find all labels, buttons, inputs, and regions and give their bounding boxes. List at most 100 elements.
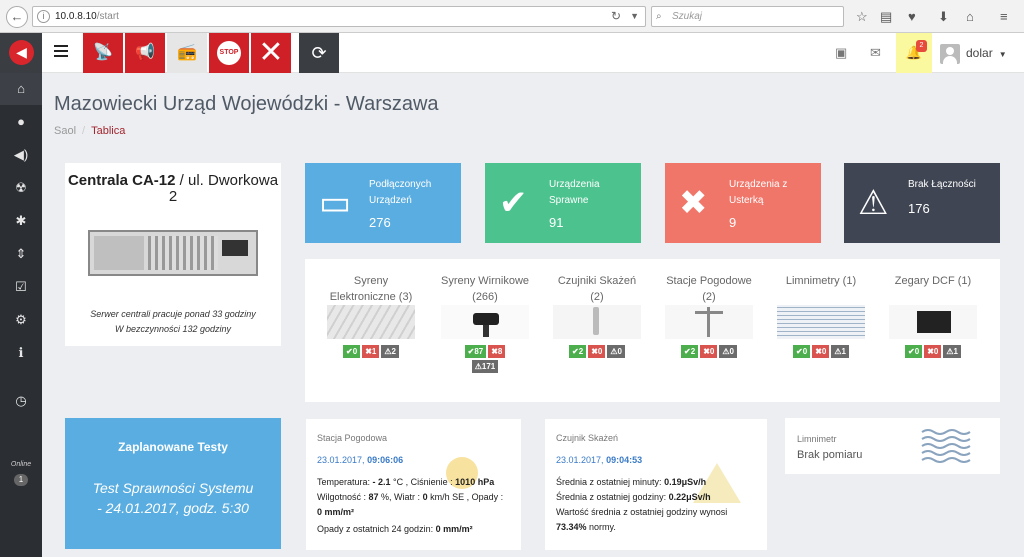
announcement-button[interactable]: 📢	[125, 33, 165, 73]
hamburger-menu-icon[interactable]	[54, 45, 68, 59]
radiation-sensor-card: Czujnik Skażeń 23.01.2017, 09:04:53 Śred…	[545, 419, 767, 550]
radio-button[interactable]: 📻	[167, 33, 207, 73]
browser-search-input[interactable]: ⌕ Szukaj	[651, 6, 844, 27]
sidebar-item-map[interactable]: ●	[0, 106, 42, 138]
antenna-alarm-icon: 📡	[93, 44, 113, 61]
device-type-radiation-sensors[interactable]: Czujniki Skażeń (2) ✔2 ✖0 ⚠0	[551, 273, 643, 360]
stat-label: Brak Łączności	[908, 179, 976, 190]
electronic-siren-image	[327, 305, 415, 339]
bookmark-star-icon[interactable]: ☆	[856, 9, 868, 25]
device-type-name: Stacje Pogodowe (2)	[666, 275, 752, 303]
refresh-button[interactable]: ⟳	[299, 33, 339, 73]
info-icon[interactable]: i	[37, 10, 50, 23]
sidebar-item-tasks[interactable]: ☑	[0, 271, 42, 303]
water-waves-icon	[921, 429, 971, 463]
radiation-title: Czujnik Skażeń	[556, 433, 619, 443]
asterisk-icon: ✱	[15, 213, 27, 228]
download-icon[interactable]: ⬇	[938, 9, 949, 25]
avatar	[940, 43, 960, 64]
siren-logo-icon: ◀	[9, 40, 34, 65]
stop-button[interactable]: STOP	[209, 33, 249, 73]
stat-value: 176	[908, 201, 930, 216]
weather-station-image	[665, 305, 753, 339]
device-type-rotor-sirens[interactable]: Syreny Wirnikowe (266) ✔87 ✖8 ⚠171	[439, 273, 531, 375]
device-type-weather-stations[interactable]: Stacje Pogodowe (2) ✔2 ✖0 ⚠0	[663, 273, 755, 360]
address-bar[interactable]: i 10.0.8.10/start ▼ ↻	[32, 6, 646, 27]
error-count-badge: ✖0	[588, 345, 606, 358]
envelope-icon[interactable]: ✉	[870, 45, 881, 61]
back-icon[interactable]: ←	[6, 6, 28, 28]
sidebar-item-clock[interactable]: ◷	[0, 385, 42, 417]
home-icon[interactable]: ⌂	[966, 9, 974, 24]
sidebar-item-radiation[interactable]: ☢	[0, 172, 42, 204]
sidebar-item-weather[interactable]: ✱	[0, 205, 42, 237]
weather-station-card: Stacja Pogodowa 23.01.2017, 09:06:06 Tem…	[306, 419, 521, 550]
device-type-limnimeters[interactable]: Limnimetry (1) ✔0 ✖0 ⚠1	[775, 273, 867, 360]
limnimeter-image	[777, 305, 865, 339]
planned-tests-card[interactable]: Zaplanowane Testy Test Sprawności System…	[65, 418, 281, 549]
stat-working-devices[interactable]: ✔ Urządzenia Sprawne 91	[485, 163, 641, 243]
search-placeholder: Szukaj	[672, 11, 703, 22]
cancel-alarm-button[interactable]: ✕	[251, 33, 291, 73]
online-count-badge: 1	[14, 474, 28, 486]
reload-icon[interactable]: ↻	[611, 7, 621, 26]
volume-icon: ◀)	[13, 147, 29, 162]
clock-icon: ◷	[15, 393, 27, 408]
stat-value: 276	[369, 215, 391, 230]
notifications-button[interactable]: 🔔 2	[896, 33, 932, 73]
device-type-name: Zegary DCF (1)	[894, 275, 972, 287]
stat-connected-devices[interactable]: ▭ Podłączonych Urządzeń 276	[305, 163, 461, 243]
radiation-minute-avg: Średnia z ostatniej minuty: 0.19μSv/h	[556, 477, 707, 487]
search-icon: ⌕	[656, 11, 662, 22]
browser-toolbar: ← i 10.0.8.10/start ▼ ↻ ⌕ Szukaj ☆ ▤ ♥ ⬇…	[0, 0, 1024, 33]
device-type-dcf-clocks[interactable]: Zegary DCF (1) ✔0 ✖0 ⚠1	[887, 273, 979, 360]
centrala-device-image	[88, 230, 258, 276]
menu-icon[interactable]: ≡	[1000, 9, 1008, 24]
device-type-name: Syreny Wirnikowe (266)	[440, 275, 530, 303]
sidebar-item-home[interactable]: ⌂	[0, 73, 42, 105]
logo[interactable]: ◀	[0, 33, 42, 73]
sidebar-item-sort[interactable]: ⇕	[0, 238, 42, 270]
stat-label: Urządzenia Sprawne	[549, 179, 600, 206]
sidebar-item-info[interactable]: ℹ	[0, 337, 42, 369]
device-type-electronic-sirens[interactable]: Syreny Elektroniczne (3) ✔0 ✖1 ⚠2	[325, 273, 417, 360]
warning-count-badge: ⚠0	[607, 345, 625, 358]
refresh-icon: ⟳	[311, 43, 327, 63]
documents-icon[interactable]: ▣	[835, 45, 847, 61]
siren-alarm-button[interactable]: 📡	[83, 33, 123, 73]
error-count-badge: ✖0	[812, 345, 830, 358]
breadcrumb-home[interactable]: Saol	[54, 125, 76, 137]
notifications-badge: 2	[916, 40, 927, 52]
ok-count-badge: ✔87	[464, 345, 487, 358]
ok-count-badge: ✔0	[343, 345, 361, 358]
error-count-badge: ✖0	[924, 345, 942, 358]
device-type-name: Syreny Elektroniczne (3)	[329, 275, 413, 303]
warning-count-badge: ⚠0	[719, 345, 737, 358]
stat-value: 9	[729, 215, 737, 230]
online-label: Online	[10, 461, 32, 468]
dropdown-icon[interactable]: ▼	[630, 7, 639, 26]
sidebar: ◀ ⌂ ● ◀) ☢ ✱ ⇕ ☑ ⚙ ℹ ◷ Online 1	[0, 33, 42, 557]
warning-icon: ⚠	[858, 184, 889, 222]
url-host: 10.0.8.10	[55, 11, 97, 22]
stat-value: 91	[549, 215, 564, 230]
device-type-name: Czujniki Skażeń (2)	[557, 275, 637, 303]
stat-faulty-devices[interactable]: ✖ Urządzenia z Usterką 9	[665, 163, 821, 243]
device-type-name: Limnimetry (1)	[785, 275, 857, 287]
user-menu[interactable]: dolar ▼	[940, 42, 1007, 64]
ok-count-badge: ✔0	[905, 345, 923, 358]
weather-rain: 0 mm/m²	[317, 507, 355, 517]
planned-test-entry: Test Sprawności Systemu - 24.01.2017, go…	[92, 480, 254, 516]
device-types-panel: Syreny Elektroniczne (3) ✔0 ✖1 ⚠2 Syreny W…	[305, 259, 1000, 402]
sort-icon: ⇕	[15, 246, 27, 261]
checkbox-icon: ☑	[15, 279, 27, 294]
sidebar-item-sirens[interactable]: ◀)	[0, 139, 42, 171]
ok-count-badge: ✔0	[793, 345, 811, 358]
centrala-card: Centrala CA-12 / ul. Dworkowa 2 Serwer c…	[65, 163, 281, 346]
pocket-icon[interactable]: ♥	[908, 9, 916, 24]
centrala-uptime: Serwer centrali pracuje ponad 33 godziny…	[90, 309, 256, 334]
caret-down-icon: ▼	[998, 50, 1007, 59]
sidebar-item-settings[interactable]: ⚙	[0, 304, 42, 336]
reading-list-icon[interactable]: ▤	[880, 9, 892, 25]
stat-no-connection[interactable]: ⚠ Brak Łączności 176	[844, 163, 1000, 243]
